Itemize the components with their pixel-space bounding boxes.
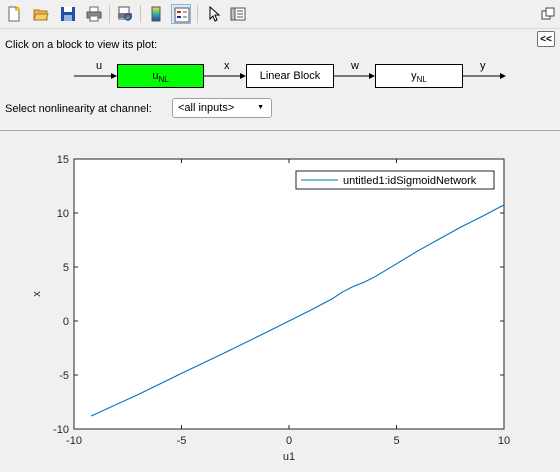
y-tick-label: -10 [53, 424, 69, 436]
y-tick-label: -5 [59, 370, 69, 382]
signal-label-y: y [480, 60, 486, 72]
print-icon[interactable] [84, 4, 104, 24]
signal-label-x: x [224, 60, 230, 72]
open-folder-icon[interactable] [31, 4, 51, 24]
x-axis-label: u1 [283, 451, 295, 463]
output-nonlinearity-block[interactable]: yNL [375, 64, 463, 88]
colorbar-icon[interactable] [146, 4, 166, 24]
y-tick-label: 15 [57, 154, 69, 166]
block-diagram-panel: Click on a block to view its plot: << u … [0, 29, 560, 131]
x-tick-label: -5 [177, 435, 187, 447]
undock-icon[interactable] [538, 4, 558, 24]
input-nonlinearity-block[interactable]: uNL [117, 64, 204, 88]
x-tick-label: 5 [393, 435, 399, 447]
x-tick-label: 10 [498, 435, 510, 447]
linear-block[interactable]: Linear Block [246, 64, 334, 88]
new-file-icon[interactable] [4, 4, 24, 24]
signal-label-u: u [96, 60, 103, 72]
x-tick-label: -10 [66, 435, 82, 447]
y-tick-label: 0 [63, 316, 69, 328]
channel-select-label: Select nonlinearity at channel: [5, 103, 152, 115]
legend-icon[interactable] [171, 4, 191, 24]
channel-select[interactable]: <all inputs> ▼ [172, 98, 272, 118]
x-tick-label: 0 [286, 435, 292, 447]
nonlinearity-plot[interactable]: -10 -5 0 5 10 -10 -5 0 5 10 15 u1 x untitled1:idSigmo… [0, 131, 560, 469]
toolbar [0, 0, 560, 29]
plot-area: -10 -5 0 5 10 -10 -5 0 5 10 15 u1 x untitled1:idSigmo… [0, 131, 560, 469]
chevron-down-icon: ▼ [257, 104, 264, 111]
panel-toggle-icon[interactable] [228, 4, 248, 24]
axes-box [73, 158, 505, 430]
block1-sub-label: NL [158, 75, 169, 85]
y-tick-label: 5 [63, 262, 69, 274]
legend-label: untitled1:idSigmoidNetwork [343, 175, 477, 187]
print-preview-icon[interactable] [115, 4, 135, 24]
y-tick-label: 10 [57, 208, 69, 220]
pointer-icon[interactable] [204, 4, 224, 24]
save-icon[interactable] [58, 4, 78, 24]
channel-select-value: <all inputs> [178, 102, 235, 114]
block3-sub-label: NL [416, 75, 427, 85]
y-axis-label: x [31, 291, 43, 297]
signal-label-w: w [351, 60, 359, 72]
